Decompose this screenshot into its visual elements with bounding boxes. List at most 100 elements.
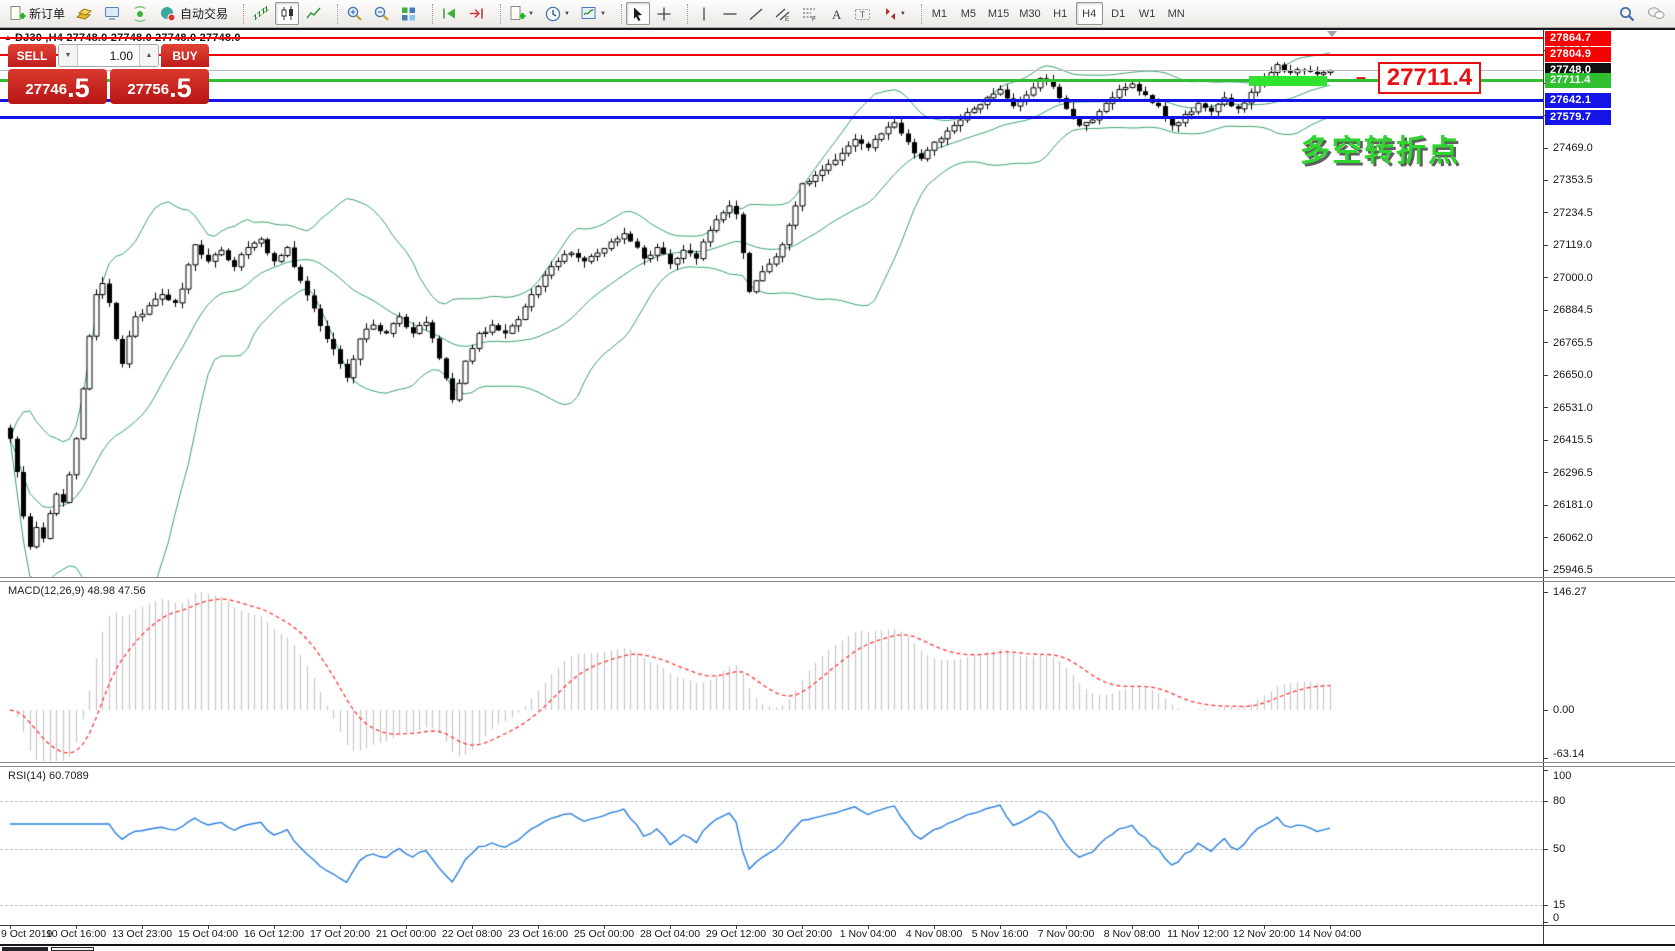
hline-27864.7[interactable]	[0, 37, 1543, 40]
timeframe-m30[interactable]: M30	[1015, 2, 1044, 25]
zoom-out-icon	[373, 5, 390, 22]
mt5-window: 新订单 自动交易 ▼ ▼ ▼ E F A T ▼ M1 M5 M15 M30 H…	[0, 0, 1675, 951]
time-label: 30 Oct 20:00	[771, 928, 833, 940]
volume-decrease-icon[interactable]: ▼	[59, 45, 78, 66]
time-label: 21 Oct 00:00	[375, 928, 437, 940]
time-label: 25 Oct 00:00	[573, 928, 635, 940]
timeframe-group: M1 M5 M15 M30 H1 H4 D1 W1 MN	[925, 2, 1191, 25]
news-button[interactable]	[127, 2, 153, 25]
timeframe-m15[interactable]: M15	[984, 2, 1013, 25]
vertical-line-icon	[697, 6, 711, 22]
timeframe-mn[interactable]: MN	[1163, 2, 1190, 25]
hline-27642.1[interactable]	[0, 98, 1543, 102]
turning-point-annotation[interactable]: 多空转折点	[1300, 126, 1460, 170]
panel-separator[interactable]	[0, 577, 1675, 578]
auto-scroll-button[interactable]	[437, 2, 462, 25]
timeframe-m1[interactable]: M1	[926, 2, 953, 25]
zoom-out-button[interactable]	[369, 2, 394, 25]
vertical-line-button[interactable]	[692, 2, 716, 25]
timeframe-h4[interactable]: H4	[1075, 2, 1103, 25]
chat-button[interactable]	[1642, 2, 1670, 25]
svg-text:E: E	[785, 16, 790, 22]
chat-icon	[1646, 5, 1666, 22]
line-chart-button[interactable]	[301, 2, 326, 25]
crosshair-button[interactable]	[652, 2, 676, 25]
crosshair-icon	[656, 6, 672, 22]
chart-tab-stub[interactable]	[2, 947, 48, 951]
price-tick-label: 26531.0	[1553, 401, 1593, 414]
time-label: 17 Oct 20:00	[309, 928, 371, 940]
price-tick-label: 26062.0	[1553, 531, 1593, 544]
time-label: 12 Nov 20:00	[1232, 928, 1296, 940]
text-a-icon: A	[829, 6, 843, 22]
auto-trading-button[interactable]: 自动交易	[155, 2, 232, 25]
fibonacci-button[interactable]: F	[797, 2, 822, 25]
buy-price-int: 27756	[127, 81, 170, 98]
cursor-button[interactable]	[625, 2, 650, 25]
panel-separator[interactable]	[0, 766, 1675, 767]
sell-price-button[interactable]: 27746.5	[8, 69, 107, 104]
svg-text:F: F	[812, 16, 816, 22]
new-order-button[interactable]: 新订单	[5, 2, 69, 25]
hline-27804.9[interactable]	[0, 53, 1543, 56]
volume-input[interactable]: 1.00	[78, 45, 139, 66]
tile-windows-button[interactable]	[396, 2, 421, 25]
auto-trading-icon	[159, 5, 177, 23]
panel-separator[interactable]	[0, 581, 1675, 582]
time-label: 14 Nov 04:00	[1298, 928, 1362, 940]
terminal-button[interactable]	[99, 2, 125, 25]
rsi-axis-label: 80	[1553, 795, 1566, 807]
rsi-indicator-label: RSI(14) 60.7089	[8, 770, 89, 782]
volume-stepper[interactable]: ▼ 1.00 ▲	[58, 44, 159, 67]
indicators-button[interactable]	[505, 2, 538, 25]
time-label: 22 Oct 08:00	[441, 928, 503, 940]
search-button[interactable]	[1614, 2, 1640, 25]
price-tick-label: 26296.5	[1553, 466, 1593, 479]
toolbar-grip	[330, 3, 339, 24]
trendline-button[interactable]	[744, 2, 768, 25]
time-axis-border	[0, 925, 1675, 926]
sell-button[interactable]: SELL	[8, 44, 56, 67]
periods-button[interactable]	[540, 2, 574, 25]
price-tick-label: 27234.5	[1553, 206, 1593, 219]
volume-increase-icon[interactable]: ▲	[139, 45, 158, 66]
time-label: 16 Oct 12:00	[243, 928, 305, 940]
price-tick-label: 26650.0	[1553, 369, 1593, 381]
buy-price-button[interactable]: 27756.5	[110, 69, 209, 104]
time-label: 28 Oct 04:00	[639, 928, 701, 940]
templates-button[interactable]	[576, 2, 610, 25]
green-highlight-bar[interactable]	[1249, 76, 1327, 86]
market-watch-button[interactable]	[71, 2, 97, 25]
timeframe-d1[interactable]: D1	[1105, 2, 1132, 25]
buy-button[interactable]: BUY	[161, 44, 209, 67]
time-label: 23 Oct 16:00	[507, 928, 569, 940]
hline-27579.7[interactable]	[0, 115, 1543, 119]
equidistant-channel-button[interactable]: E	[770, 2, 795, 25]
chart-shift-button[interactable]	[464, 2, 489, 25]
horizontal-line-button[interactable]	[718, 2, 742, 25]
bar-chart-button[interactable]	[248, 2, 273, 25]
price-callout[interactable]: 27711.4	[1378, 62, 1481, 94]
arrows-button[interactable]	[878, 2, 910, 25]
hline-27748.0[interactable]	[0, 70, 1543, 72]
timeframe-w1[interactable]: W1	[1134, 2, 1161, 25]
panel-separator[interactable]	[0, 762, 1675, 763]
timeframe-h1[interactable]: H1	[1047, 2, 1074, 25]
timeframe-m5[interactable]: M5	[955, 2, 982, 25]
signal-icon	[131, 5, 149, 23]
toolbar: 新订单 自动交易 ▼ ▼ ▼ E F A T ▼ M1 M5 M15 M30 H…	[0, 0, 1675, 28]
candlestick-chart-button[interactable]	[275, 2, 300, 25]
toolbar-grip	[236, 3, 245, 24]
text-button[interactable]: A	[824, 2, 848, 25]
caret-down-icon	[900, 11, 906, 17]
price-tick-label: 25946.5	[1553, 564, 1593, 576]
horizontal-line-icon	[722, 7, 738, 21]
time-label: 4 Nov 08:00	[905, 928, 963, 940]
bar-chart-icon	[252, 5, 269, 22]
caret-down-icon	[600, 11, 606, 17]
trendline-icon	[748, 6, 764, 22]
price-tick-label: 26181.0	[1553, 499, 1593, 511]
text-label-button[interactable]: T	[850, 2, 876, 25]
chart-tab-stub[interactable]	[51, 947, 94, 951]
zoom-in-button[interactable]	[342, 2, 367, 25]
